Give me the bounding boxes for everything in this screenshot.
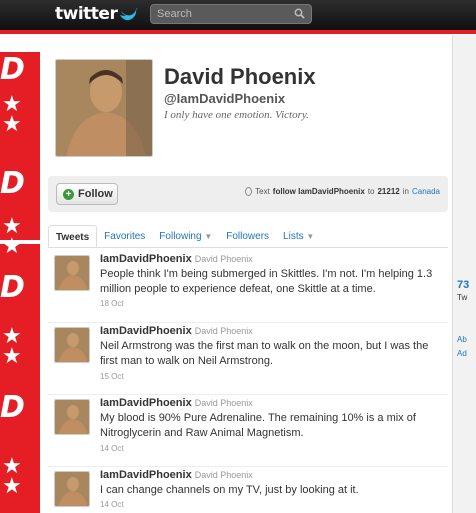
tab-tweets[interactable]: Tweets	[48, 225, 98, 247]
tweet-avatar[interactable]	[54, 471, 90, 507]
avatar-image	[55, 400, 89, 434]
search-placeholder: Search	[157, 8, 192, 20]
tweet-text: I can change channels on my TV, just by …	[100, 484, 359, 496]
tweet-fullname: David Phoenix	[194, 326, 253, 336]
avatar-image	[55, 472, 89, 506]
avatar-image	[56, 60, 152, 156]
star-icon: ★ ★	[2, 323, 22, 368]
background-logo-tile: D	[0, 166, 25, 201]
tweet-fullname: David Phoenix	[194, 470, 253, 480]
chevron-down-icon: ▼	[306, 232, 315, 241]
background-logo-tile: D	[0, 52, 25, 87]
tweet-timestamp[interactable]: 14 Oct	[100, 500, 124, 509]
follow-label: Follow	[78, 188, 113, 200]
sidebar-stat[interactable]: 73	[457, 279, 469, 291]
background-logo-tile: D	[0, 270, 25, 305]
tweet-fullname: David Phoenix	[194, 254, 253, 264]
tab-following[interactable]: Following ▼	[152, 225, 219, 247]
sidebar-link[interactable]: Ab	[457, 335, 467, 344]
sms-number: 21212	[377, 187, 400, 196]
tweet-username[interactable]: IamDavidPhoenix	[100, 469, 192, 481]
tweet-timestamp[interactable]: 15 Oct	[100, 372, 124, 381]
search-icon[interactable]	[294, 8, 305, 19]
tweet-text: My blood is 90% Pure Adrenaline. The rem…	[100, 412, 416, 439]
background-logo-tile: D	[0, 390, 25, 425]
tweet-avatar[interactable]	[54, 327, 90, 363]
sms-prefix: Text	[255, 187, 270, 196]
star-icon: ★ ★	[2, 453, 22, 498]
country-link[interactable]: Canada	[412, 187, 440, 196]
sidebar-label: Tw	[457, 293, 468, 302]
avatar-image	[55, 328, 89, 362]
sms-to: to	[367, 187, 375, 196]
tweet-item[interactable]: IamDavidPhoenix David Phoenix People thin…	[48, 251, 448, 323]
tab-favorites[interactable]: Favorites	[97, 225, 152, 247]
sms-in: in	[402, 187, 409, 196]
tweet-avatar[interactable]	[54, 255, 90, 291]
tab-label: Favorites	[104, 231, 146, 242]
tweet-fullname: David Phoenix	[194, 398, 253, 408]
profile-panel: David Phoenix @IamDavidPhoenix I only ha…	[40, 42, 452, 513]
profile-handle: @IamDavidPhoenix	[164, 91, 286, 106]
plus-icon: +	[63, 188, 74, 200]
twitter-logo[interactable]: twitter	[55, 4, 139, 24]
tab-followers[interactable]: Followers	[219, 225, 276, 247]
tab-lists[interactable]: Lists ▼	[276, 225, 321, 247]
tweet-timestamp[interactable]: 14 Oct	[100, 444, 124, 453]
tweet-item[interactable]: IamDavidPhoenix David Phoenix Neil Armstr…	[48, 323, 448, 395]
phone-icon	[245, 187, 253, 196]
follow-button[interactable]: + Follow	[56, 183, 118, 205]
profile-name: David Phoenix	[164, 64, 316, 89]
avatar-image	[55, 256, 89, 290]
sms-command: follow IamDavidPhoenix	[272, 187, 365, 196]
tab-label: Tweets	[56, 232, 90, 243]
chevron-down-icon: ▼	[204, 232, 213, 241]
tweet-username[interactable]: IamDavidPhoenix	[100, 397, 192, 409]
tab-label: Lists	[283, 231, 304, 242]
tweet-timestamp[interactable]: 18 Oct	[100, 299, 124, 308]
profile-bio: I only have one emotion. Victory.	[164, 109, 309, 121]
tab-label: Followers	[226, 231, 270, 242]
tweet-avatar[interactable]	[54, 399, 90, 435]
sidebar-link[interactable]: Ad	[457, 349, 467, 358]
top-bar: twitter Search	[0, 0, 476, 30]
tweet-item[interactable]: IamDavidPhoenix David Phoenix My blood is…	[48, 395, 448, 467]
tweet-text: Neil Armstrong was the first man to walk…	[100, 340, 429, 367]
tweet-username[interactable]: IamDavidPhoenix	[100, 325, 192, 337]
dashboard-sidebar: 73 Tw Ab Ad	[452, 35, 476, 513]
sms-follow-info: Text follow IamDavidPhoenix to 21212 in …	[245, 187, 440, 196]
search-input[interactable]: Search	[150, 4, 312, 24]
tweet-text: People think I'm being submerged in Skit…	[100, 268, 433, 295]
star-icon: ★ ★	[2, 91, 22, 136]
profile-avatar[interactable]	[55, 59, 153, 157]
profile-tabs: Tweets Favorites Following ▼ Followers L…	[48, 225, 448, 248]
star-icon: ★ ★	[2, 213, 22, 258]
logo-text: twitter	[55, 4, 118, 24]
tweet-username[interactable]: IamDavidPhoenix	[100, 253, 192, 265]
tweet-item[interactable]: IamDavidPhoenix David Phoenix I can chang…	[48, 467, 448, 513]
bird-icon	[120, 7, 139, 20]
action-bar: + Follow Text follow IamDavidPhoenix to …	[48, 176, 448, 212]
tab-label: Following	[159, 231, 202, 242]
